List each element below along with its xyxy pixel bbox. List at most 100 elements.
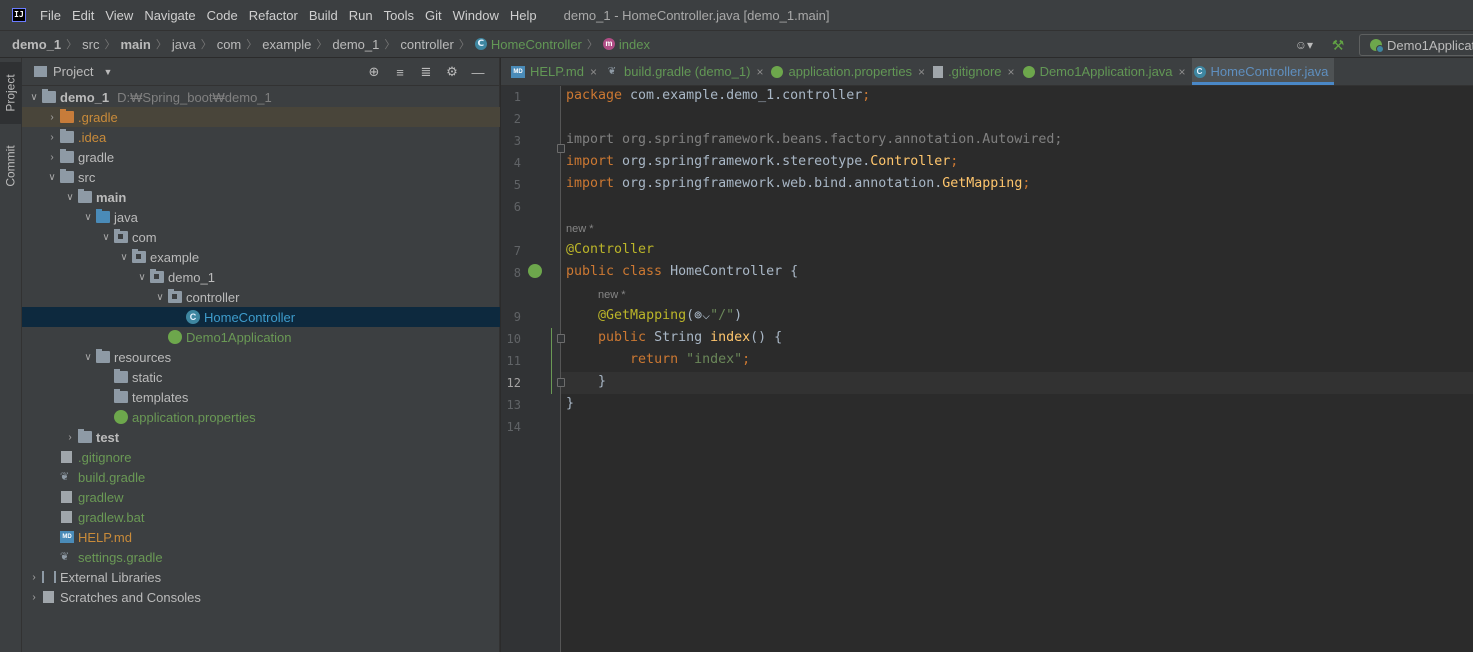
- breadcrumb-item-example[interactable]: example 〉: [262, 36, 332, 52]
- code-line[interactable]: }: [566, 396, 574, 411]
- chevron-right-icon[interactable]: ›: [26, 592, 42, 603]
- menu-view[interactable]: View: [105, 8, 133, 23]
- menu-code[interactable]: Code: [207, 8, 238, 23]
- breadcrumb-item-controller[interactable]: controller 〉: [400, 36, 474, 52]
- tree-item[interactable]: ›gradlew: [22, 487, 500, 507]
- code-line[interactable]: import org.springframework.stereotype.Co…: [566, 154, 958, 169]
- code-line[interactable]: import org.springframework.web.bind.anno…: [566, 176, 1030, 191]
- menu-help[interactable]: Help: [510, 8, 537, 23]
- code-line[interactable]: @GetMapping(⊚⌵"/"): [566, 308, 742, 323]
- breadcrumb-item-demo_1-pkg[interactable]: demo_1 〉: [332, 36, 400, 52]
- close-icon[interactable]: ×: [1179, 65, 1186, 79]
- tree-item[interactable]: ∨ demo_1: [22, 267, 500, 287]
- chevron-down-icon[interactable]: ∨: [116, 252, 132, 263]
- fold-icon[interactable]: [557, 378, 565, 387]
- tree-item[interactable]: ∨ example: [22, 247, 500, 267]
- tool-tab-commit[interactable]: Commit: [0, 136, 22, 196]
- tool-tab-project[interactable]: Project: [0, 62, 22, 124]
- editor-tab[interactable]: C HomeController.java: [1191, 58, 1335, 85]
- editor-tab[interactable]: Demo1Application.java ×: [1021, 58, 1192, 85]
- tree-item[interactable]: ∨ main: [22, 187, 500, 207]
- locate-file-icon[interactable]: ⊕: [361, 64, 387, 80]
- breadcrumb-item-src[interactable]: src 〉: [82, 36, 120, 52]
- menu-navigate[interactable]: Navigate: [144, 8, 195, 23]
- code-line[interactable]: public String index() {: [566, 330, 782, 345]
- tree-item[interactable]: ∨ controller: [22, 287, 500, 307]
- tree-item[interactable]: ›application.properties: [22, 407, 500, 427]
- code-line[interactable]: }: [566, 374, 606, 389]
- tree-item[interactable]: ∨ src: [22, 167, 500, 187]
- build-hammer-icon[interactable]: ⚒: [1327, 37, 1349, 54]
- run-config-dropdown[interactable]: Demo1Applicat: [1359, 34, 1473, 56]
- tree-item[interactable]: › External Libraries: [22, 567, 500, 587]
- breadcrumb-item-java[interactable]: java 〉: [172, 36, 217, 52]
- tree-item[interactable]: › test: [22, 427, 500, 447]
- chevron-down-icon[interactable]: ∨: [152, 292, 168, 303]
- chevron-down-icon[interactable]: ∨: [134, 272, 150, 283]
- code-line[interactable]: package com.example.demo_1.controller;: [566, 88, 870, 103]
- tree-item[interactable]: › Scratches and Consoles: [22, 587, 500, 607]
- menu-refactor[interactable]: Refactor: [249, 8, 298, 23]
- editor-tab[interactable]: ❦ build.gradle (demo_1) ×: [603, 58, 769, 85]
- code-line[interactable]: @Controller: [566, 242, 654, 257]
- breadcrumb-item-main[interactable]: main 〉: [120, 36, 171, 52]
- breadcrumb-item-com[interactable]: com 〉: [217, 36, 263, 52]
- chevron-right-icon[interactable]: ›: [44, 132, 60, 143]
- editor-tab[interactable]: MD HELP.md ×: [509, 58, 603, 85]
- menu-run[interactable]: Run: [349, 8, 373, 23]
- close-icon[interactable]: ×: [1008, 65, 1015, 79]
- tree-item[interactable]: ›gradlew.bat: [22, 507, 500, 527]
- code-line[interactable]: import org.springframework.beans.factory…: [566, 132, 1062, 147]
- tree-item[interactable]: › .idea: [22, 127, 500, 147]
- menu-file[interactable]: File: [40, 8, 61, 23]
- close-icon[interactable]: ×: [756, 65, 763, 79]
- hide-panel-icon[interactable]: —: [465, 65, 491, 80]
- chevron-down-icon[interactable]: ∨: [80, 352, 96, 363]
- tree-item[interactable]: ∨ demo_1 D:₩Spring_boot₩demo_1: [22, 87, 500, 107]
- chevron-right-icon[interactable]: ›: [44, 152, 60, 163]
- tree-item[interactable]: ›templates: [22, 387, 500, 407]
- fold-icon[interactable]: [557, 144, 565, 153]
- chevron-down-icon[interactable]: ∨: [80, 212, 96, 223]
- tree-item[interactable]: ›.gitignore: [22, 447, 500, 467]
- menu-tools[interactable]: Tools: [384, 8, 414, 23]
- close-icon[interactable]: ×: [590, 65, 597, 79]
- tree-item[interactable]: ›static: [22, 367, 500, 387]
- menu-edit[interactable]: Edit: [72, 8, 94, 23]
- collapse-all-icon[interactable]: ≣: [413, 64, 439, 80]
- chevron-right-icon[interactable]: ›: [62, 432, 78, 443]
- code-line[interactable]: return "index";: [566, 352, 750, 367]
- tree-item[interactable]: ∨ com: [22, 227, 500, 247]
- gear-icon[interactable]: ⚙: [439, 64, 465, 80]
- menu-git[interactable]: Git: [425, 8, 442, 23]
- code-line[interactable]: public class HomeController {: [566, 264, 798, 279]
- expand-all-icon[interactable]: ≡: [387, 65, 413, 80]
- tree-item[interactable]: ›CHomeController: [22, 307, 500, 327]
- tree-item[interactable]: ›❦build.gradle: [22, 467, 500, 487]
- tree-item[interactable]: › .gradle: [22, 107, 500, 127]
- tree-item[interactable]: ›Demo1Application: [22, 327, 500, 347]
- menu-window[interactable]: Window: [453, 8, 499, 23]
- codevision-hint-class[interactable]: new *: [566, 223, 594, 235]
- project-panel-title[interactable]: Project: [53, 64, 93, 79]
- chevron-right-icon[interactable]: ›: [44, 112, 60, 123]
- breadcrumb-item-homecontroller[interactable]: C HomeController 〉: [474, 36, 603, 52]
- user-icon[interactable]: ☺▾: [1295, 38, 1313, 52]
- editor-tab[interactable]: application.properties ×: [769, 58, 931, 85]
- chevron-down-icon[interactable]: ∨: [62, 192, 78, 203]
- breadcrumb-item-demo_1[interactable]: demo_1 〉: [12, 36, 82, 52]
- tree-item[interactable]: ∨ java: [22, 207, 500, 227]
- tree-item[interactable]: ›MDHELP.md: [22, 527, 500, 547]
- chevron-down-icon[interactable]: ▼: [103, 67, 112, 77]
- code-editor[interactable]: 1 2 3 4 5 6 7 8 9 10 11 12 13 14 new * new * package …: [501, 86, 1473, 652]
- chevron-down-icon[interactable]: ∨: [44, 172, 60, 183]
- breadcrumb-item-index[interactable]: m index: [602, 37, 650, 52]
- tree-item[interactable]: ›❦settings.gradle: [22, 547, 500, 567]
- chevron-down-icon[interactable]: ∨: [26, 92, 42, 103]
- codevision-hint-method[interactable]: new *: [598, 289, 626, 301]
- chevron-right-icon[interactable]: ›: [26, 572, 42, 583]
- tree-item[interactable]: › gradle: [22, 147, 500, 167]
- editor-tab[interactable]: .gitignore ×: [931, 58, 1021, 85]
- chevron-down-icon[interactable]: ∨: [98, 232, 114, 243]
- menu-build[interactable]: Build: [309, 8, 338, 23]
